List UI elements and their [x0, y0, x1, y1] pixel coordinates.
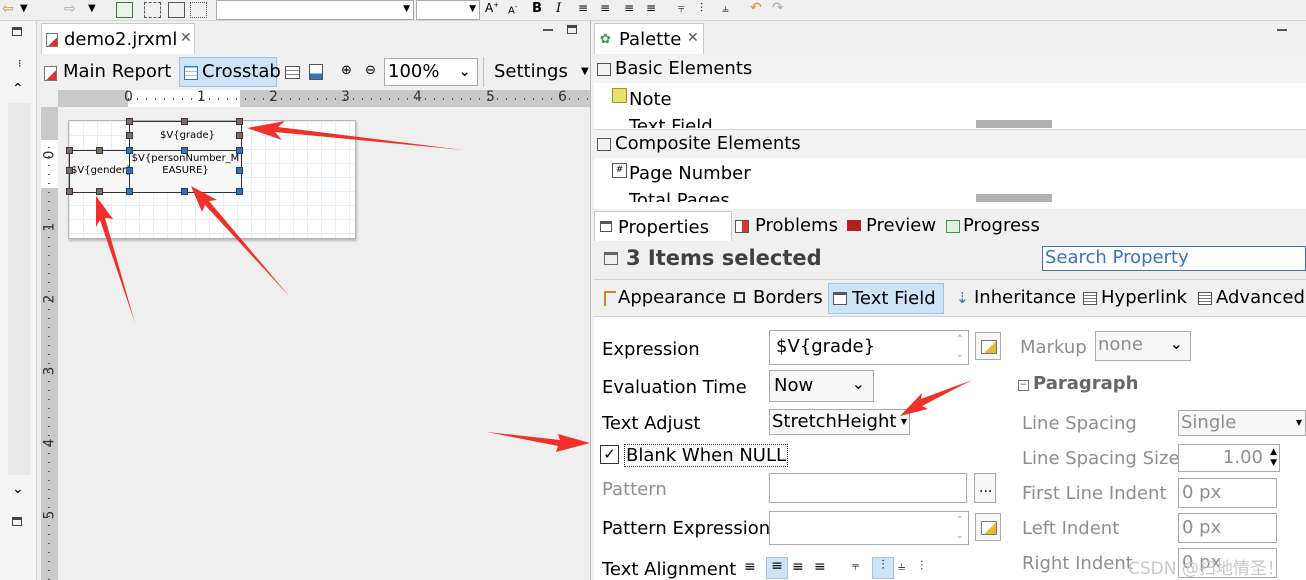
annotation-arrow-grade [247, 121, 463, 150]
annotation-arrow [96, 121, 972, 452]
annotation-arrow-text-adjust [900, 380, 972, 416]
annotation-arrow-gender [96, 196, 135, 323]
annotation-arrow-blank-null [487, 432, 590, 452]
annotation-arrows [96, 121, 972, 452]
annotation-arrow-measure [191, 186, 290, 297]
